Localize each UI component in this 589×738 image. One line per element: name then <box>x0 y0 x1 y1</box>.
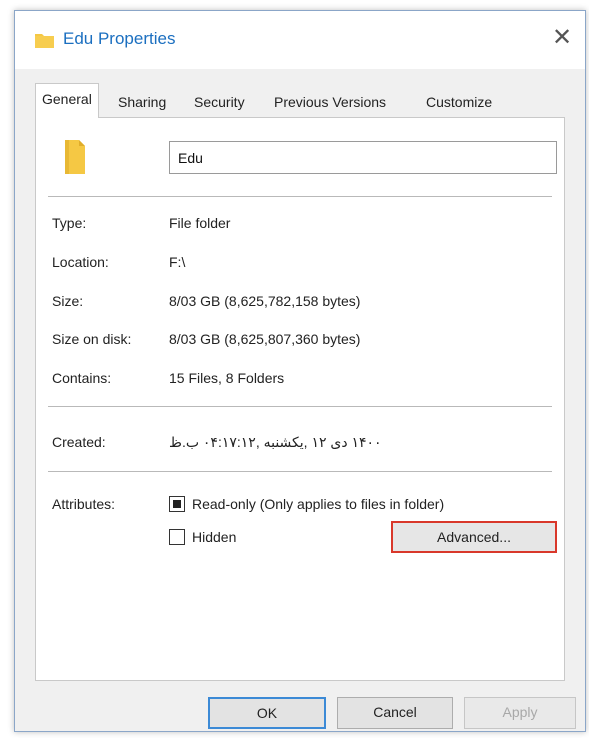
size-label: Size: <box>52 293 84 309</box>
created-label: Created: <box>52 434 106 450</box>
folder-name-input[interactable] <box>169 141 557 174</box>
advanced-button[interactable]: Advanced... <box>391 521 557 553</box>
size-on-disk-value: 8/03 GB (8,625,807,360 bytes) <box>169 331 361 347</box>
cancel-button[interactable]: Cancel <box>337 697 453 729</box>
title-bar[interactable]: Edu Properties ✕ <box>15 11 585 69</box>
tab-previous-versions[interactable]: Previous Versions <box>268 89 392 117</box>
close-icon: ✕ <box>551 24 573 51</box>
divider <box>48 471 552 472</box>
dialog-button-bar: OK Cancel Apply <box>15 681 585 731</box>
close-button[interactable]: ✕ <box>545 23 579 55</box>
indeterminate-mark <box>173 500 181 508</box>
location-value: F:\ <box>169 254 186 270</box>
created-value: ۱۴۰۰ دی ۱۲ ,یکشنبه ,۰۴:۱۷:۱۲ ب.ظ <box>169 434 382 450</box>
tab-general[interactable]: General <box>35 83 99 118</box>
properties-dialog: Edu Properties ✕ General Sharing Securit… <box>14 10 586 732</box>
type-value: File folder <box>169 215 231 231</box>
attributes-label: Attributes: <box>52 496 116 512</box>
window-title: Edu Properties <box>63 29 176 48</box>
divider <box>48 406 552 407</box>
apply-button[interactable]: Apply <box>464 697 576 729</box>
folder-icon <box>65 140 85 174</box>
contains-label: Contains: <box>52 370 112 386</box>
divider <box>48 196 552 197</box>
location-label: Location: <box>52 254 109 270</box>
ok-button[interactable]: OK <box>208 697 326 729</box>
hidden-label[interactable]: Hidden <box>192 529 236 545</box>
readonly-checkbox[interactable] <box>169 496 185 512</box>
size-value: 8/03 GB (8,625,782,158 bytes) <box>169 293 361 309</box>
tab-sharing[interactable]: Sharing <box>112 89 172 117</box>
folder-icon <box>35 34 54 48</box>
general-panel: Type: File folder Location: F:\ Size: 8/… <box>35 117 565 681</box>
hidden-checkbox[interactable] <box>169 529 185 545</box>
tab-security[interactable]: Security <box>188 89 251 117</box>
tab-customize[interactable]: Customize <box>420 89 498 117</box>
type-label: Type: <box>52 215 87 231</box>
contains-value: 15 Files, 8 Folders <box>169 370 285 386</box>
size-on-disk-label: Size on disk: <box>52 331 132 347</box>
tab-strip: General Sharing Security Previous Versio… <box>35 81 565 118</box>
readonly-label[interactable]: Read-only (Only applies to files in fold… <box>192 496 444 512</box>
